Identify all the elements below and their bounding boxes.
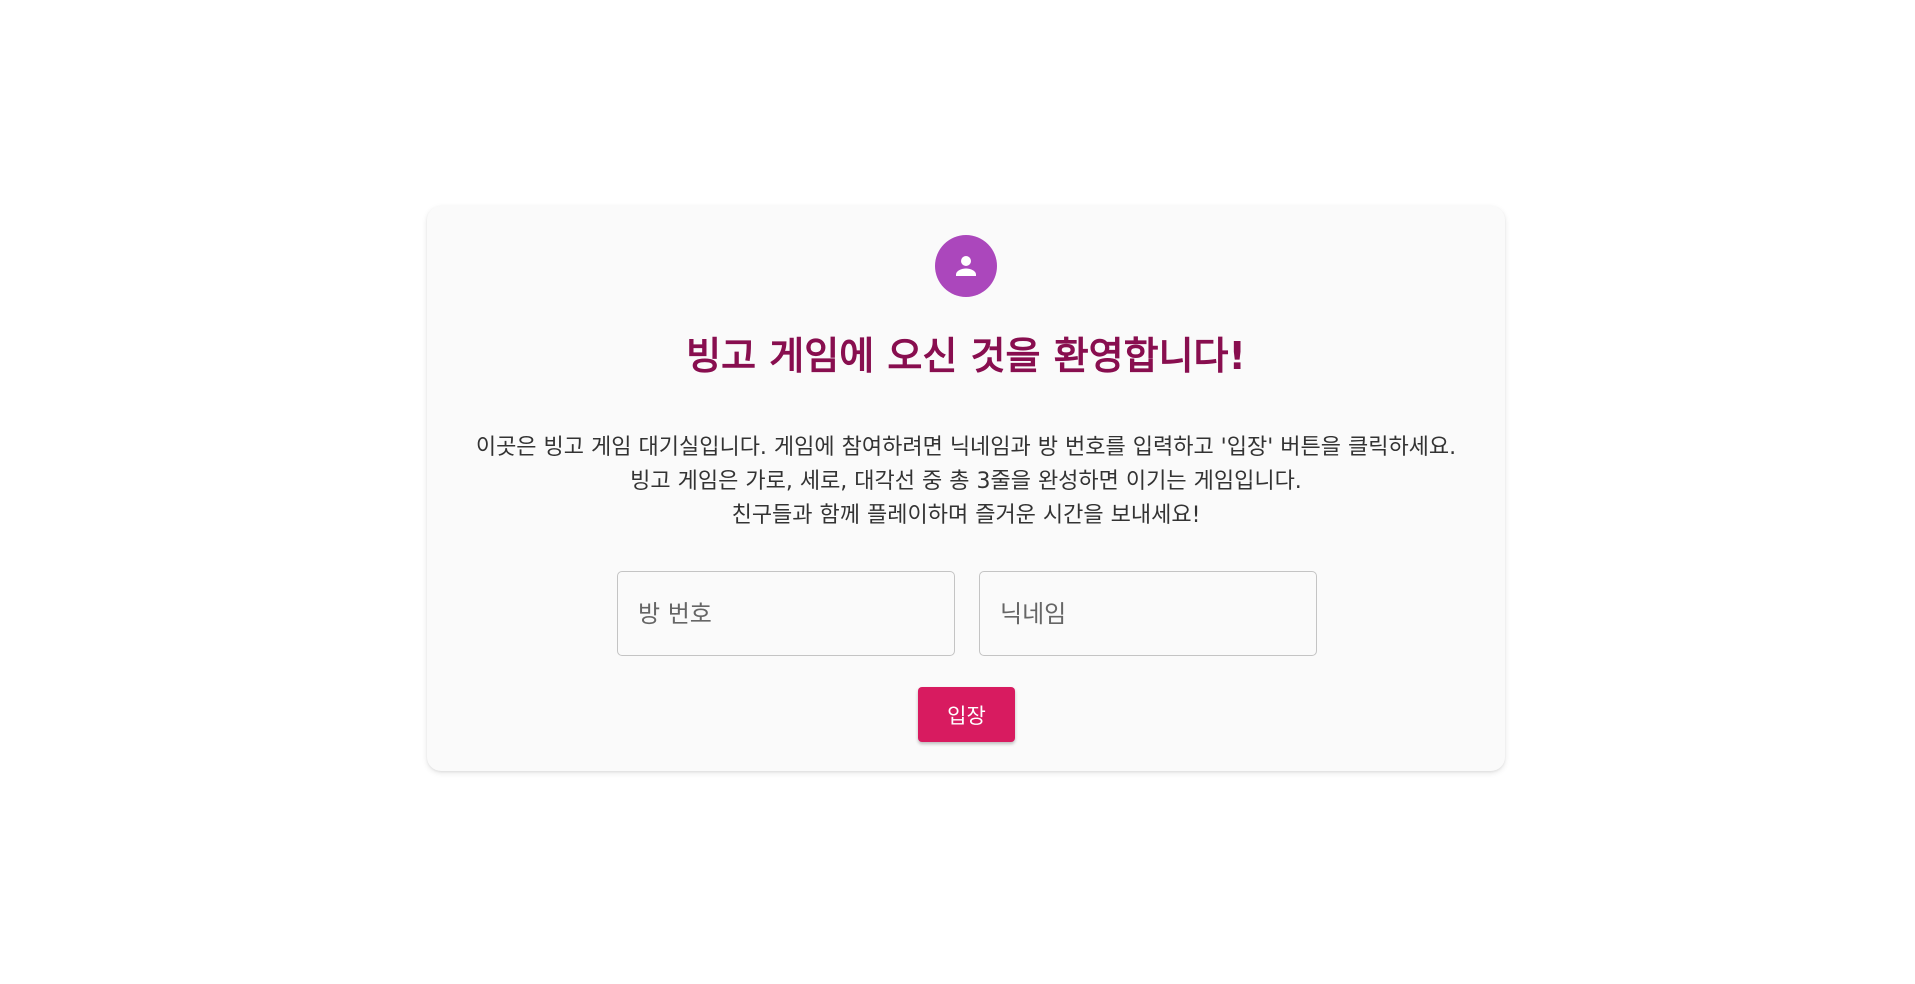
lobby-card: 빙고 게임에 오신 것을 환영합니다! 이곳은 빙고 게임 대기실입니다. 게임… [427,206,1505,771]
description-line: 빙고 게임은 가로, 세로, 대각선 중 총 3줄을 완성하면 이기는 게임입니… [630,469,1302,494]
description: 이곳은 빙고 게임 대기실입니다. 게임에 참여하려면 닉네임과 방 번호를 입… [427,431,1505,533]
nickname-input[interactable] [979,571,1317,656]
page: 빙고 게임에 오신 것을 환영합니다! 이곳은 빙고 게임 대기실입니다. 게임… [0,0,1915,984]
page-title: 빙고 게임에 오신 것을 환영합니다! [686,334,1246,378]
description-line: 친구들과 함께 플레이하며 즐거운 시간을 보내세요! [731,503,1201,528]
room-number-input[interactable] [617,571,955,656]
avatar [935,235,997,297]
description-line: 이곳은 빙고 게임 대기실입니다. 게임에 참여하려면 닉네임과 방 번호를 입… [475,435,1457,460]
enter-button[interactable]: 입장 [918,687,1015,742]
person-icon [956,256,976,276]
